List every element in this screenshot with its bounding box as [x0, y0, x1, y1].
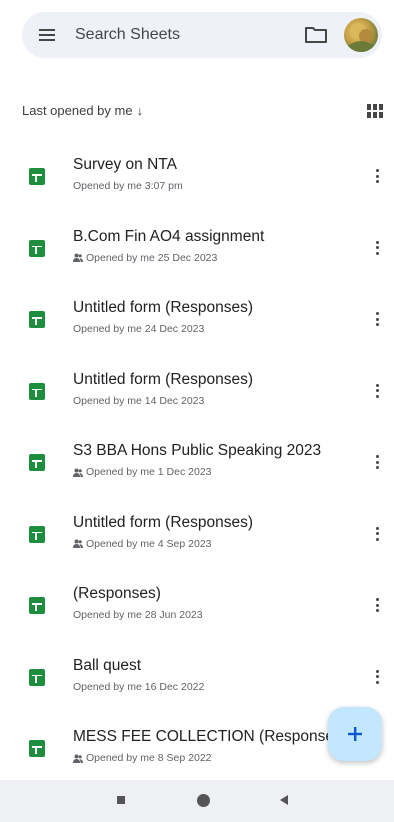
plus-icon [348, 727, 362, 741]
file-item[interactable]: S3 BBA Hons Public Speaking 2023 Opened b… [0, 432, 394, 504]
sheets-file-icon [29, 525, 45, 543]
file-opened-text: Opened by me 16 Dec 2022 [73, 680, 205, 693]
more-vert-icon[interactable] [370, 595, 384, 615]
file-opened-text: Opened by me 14 Dec 2023 [73, 394, 205, 407]
more-vert-icon[interactable] [370, 381, 384, 401]
file-item[interactable]: Untitled form (Responses) Opened by me 24… [0, 289, 394, 361]
shared-people-icon [73, 754, 83, 763]
file-item[interactable]: B.Com Fin AO4 assignment Opened by me 25 … [0, 218, 394, 290]
file-opened-text: Opened by me 1 Dec 2023 [86, 466, 212, 478]
more-vert-icon[interactable] [370, 166, 384, 186]
file-title: S3 BBA Hons Public Speaking 2023 [73, 442, 322, 459]
shared-people-icon [73, 539, 83, 548]
more-vert-icon[interactable] [370, 309, 384, 329]
file-item[interactable]: Ball quest Opened by me 16 Dec 2022 [0, 647, 394, 719]
file-title: B.Com Fin AO4 assignment [73, 227, 265, 245]
file-subtitle: Opened by me 28 Jun 2023 [73, 609, 203, 621]
file-subtitle: Opened by me 16 Dec 2022 [73, 681, 204, 693]
sort-control[interactable]: Last opened by me ↓ [22, 103, 143, 118]
search-bar[interactable]: Search Sheets [22, 12, 382, 58]
grid-view-icon[interactable] [367, 104, 383, 118]
sheets-file-icon [29, 740, 45, 757]
file-title: (Responses) [73, 585, 161, 602]
file-item[interactable]: Untitled form (Responses) Opened by me 4 … [0, 504, 394, 576]
more-vert-icon[interactable] [370, 452, 384, 472]
file-subtitle: Opened by me 3:07 pm [73, 180, 183, 192]
add-button[interactable] [328, 707, 382, 761]
file-item[interactable]: (Responses) Opened by me 28 Jun 2023 [0, 575, 394, 647]
more-vert-icon[interactable] [370, 667, 384, 687]
sheets-file-icon [29, 239, 45, 257]
sheets-file-icon [29, 311, 45, 328]
shared-people-icon [73, 468, 83, 477]
sheets-file-icon [29, 597, 45, 614]
file-title: Untitled form (Responses) [73, 370, 254, 388]
file-title: Untitled form (Responses) [73, 299, 254, 316]
file-item[interactable]: Untitled form (Responses) Opened by me 14… [0, 361, 394, 433]
arrow-down-icon: ↓ [136, 103, 144, 118]
file-subtitle: Opened by me 25 Dec 2023 [73, 252, 217, 264]
file-title: Ball quest [73, 656, 142, 674]
file-subtitle: Opened by me 4 Sep 2023 [73, 538, 212, 550]
sheets-file-icon [29, 668, 45, 686]
menu-icon[interactable] [36, 25, 58, 45]
more-vert-icon[interactable] [370, 238, 384, 258]
file-opened-text: Opened by me 25 Dec 2023 [86, 251, 218, 264]
file-subtitle: Opened by me 8 Sep 2022 [73, 752, 212, 764]
file-subtitle: Opened by me 1 Dec 2023 [73, 466, 212, 478]
home-icon[interactable] [197, 794, 210, 807]
sheets-home-screen: Search Sheets Last opened by me ↓ Survey… [0, 0, 394, 822]
file-opened-text: Opened by me 28 Jun 2023 [73, 609, 203, 621]
more-vert-icon[interactable] [370, 524, 384, 544]
file-opened-text: Opened by me 3:07 pm [73, 180, 183, 192]
system-nav-bar [0, 780, 394, 822]
sheets-file-icon [29, 454, 45, 471]
file-title: Survey on NTA [73, 156, 177, 173]
search-input[interactable]: Search Sheets [75, 26, 180, 44]
file-subtitle: Opened by me 24 Dec 2023 [73, 323, 204, 335]
file-opened-text: Opened by me 24 Dec 2023 [73, 323, 205, 335]
avatar[interactable] [344, 18, 378, 52]
back-icon[interactable] [280, 795, 288, 805]
file-opened-text: Opened by me 4 Sep 2023 [86, 537, 212, 550]
file-list: Survey on NTA Opened by me 3:07 pm B.Com F… [0, 146, 394, 790]
sort-label: Last opened by me [22, 103, 133, 118]
file-title: Untitled form (Responses) [73, 513, 254, 531]
file-subtitle: Opened by me 14 Dec 2023 [73, 395, 204, 407]
sheets-file-icon [29, 168, 45, 185]
file-opened-text: Opened by me 8 Sep 2022 [86, 752, 212, 764]
shared-people-icon [73, 253, 83, 262]
recents-icon[interactable] [117, 796, 125, 804]
folder-icon[interactable] [304, 26, 328, 44]
file-item[interactable]: Survey on NTA Opened by me 3:07 pm [0, 146, 394, 218]
sheets-file-icon [29, 382, 45, 400]
file-title: MESS FEE COLLECTION (Responses) [73, 728, 347, 745]
